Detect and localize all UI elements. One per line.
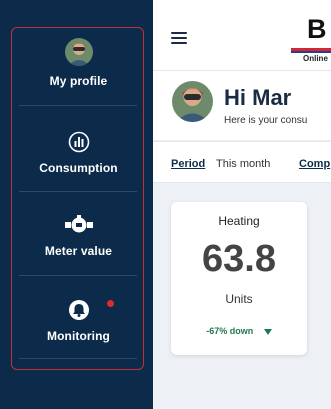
divider: [19, 275, 137, 276]
period-bar: Period This month Comp: [153, 141, 331, 183]
sidebar-item-meter-value[interactable]: Meter value: [12, 214, 145, 258]
greeting-section: Hi Mar Here is your consu: [153, 70, 331, 140]
period-value[interactable]: This month: [216, 158, 270, 170]
sidebar-item-label: My profile: [49, 74, 108, 88]
greeting-title: Hi Mar: [224, 85, 292, 110]
main-content: B Online Hi Mar Here is your consu Perio…: [153, 0, 331, 409]
sidebar-item-my-profile[interactable]: My profile: [12, 38, 145, 88]
heating-card[interactable]: Heating 63.8 Units -67% down: [171, 202, 307, 355]
top-bar: B Online: [153, 0, 331, 70]
sidebar: My profile Consumption Meter value Monit…: [0, 0, 153, 409]
compare-label[interactable]: Comp: [299, 158, 330, 170]
divider: [19, 191, 137, 192]
card-unit: Units: [225, 292, 253, 306]
bell-icon: [68, 299, 90, 321]
greeting-subtitle: Here is your consu: [224, 115, 308, 126]
meter-icon: [64, 214, 93, 236]
sidebar-item-label: Monitoring: [47, 329, 110, 343]
sidebar-item-label: Consumption: [39, 161, 118, 175]
card-title: Heating: [218, 214, 260, 228]
trend-text: -67% down: [206, 326, 254, 336]
divider: [19, 105, 137, 106]
sidebar-item-consumption[interactable]: Consumption: [12, 131, 145, 175]
sidebar-item-label: Meter value: [44, 244, 113, 258]
card-value: 63.8: [202, 238, 276, 280]
notification-dot: [107, 300, 114, 307]
period-label[interactable]: Period: [171, 158, 205, 170]
logo-letter: B: [307, 14, 327, 44]
avatar: [64, 38, 93, 66]
avatar[interactable]: [172, 81, 213, 122]
logo-subtext: Online: [303, 54, 328, 63]
logo-bar-blue: [291, 51, 331, 53]
divider: [19, 358, 137, 359]
menu-icon[interactable]: [171, 32, 187, 44]
chart-icon: [68, 131, 90, 153]
sidebar-item-monitoring[interactable]: Monitoring: [12, 299, 145, 343]
sidebar-nav-frame: My profile Consumption Meter value Monit…: [11, 27, 144, 370]
logo: B Online: [291, 14, 331, 64]
card-trend: -67% down: [171, 326, 307, 336]
trend-down-icon: [263, 328, 272, 335]
